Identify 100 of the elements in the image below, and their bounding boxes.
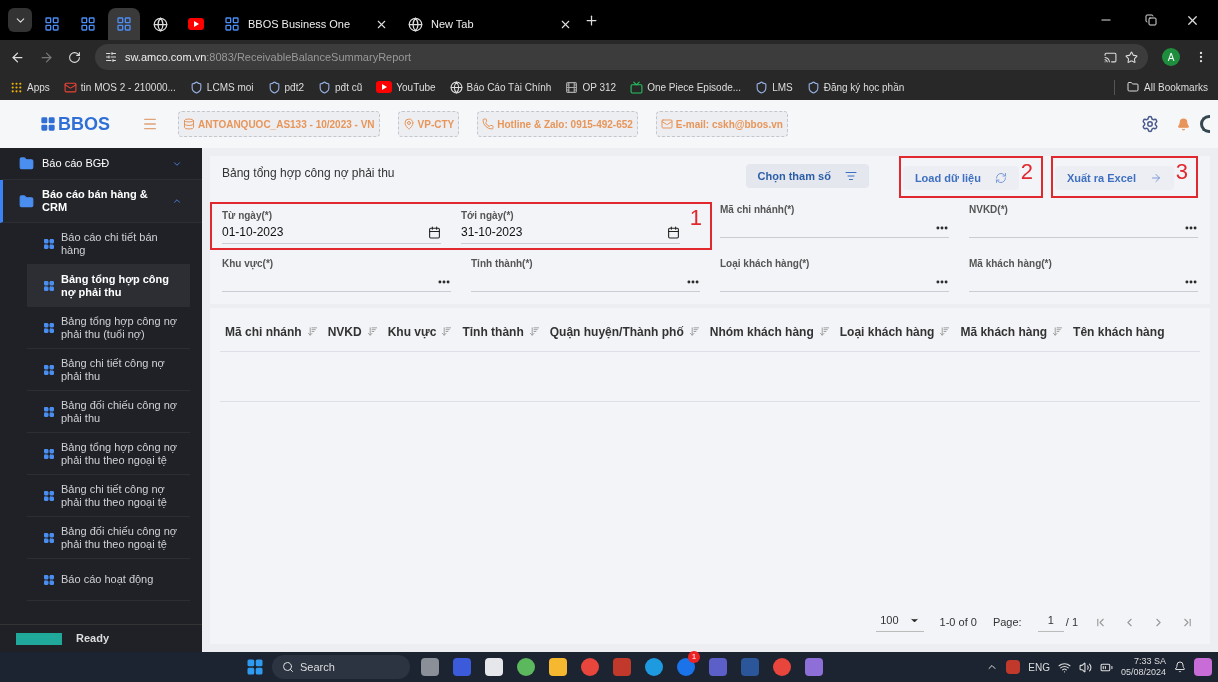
column-header[interactable]: Mã khách hàng (955, 322, 1069, 341)
toolbar-button[interactable]: Chọn tham số (745, 164, 869, 188)
sidebar-item[interactable]: Bảng chi tiết công nợ phải thu (27, 349, 190, 391)
grid-icon (80, 16, 96, 32)
date-field[interactable]: Từ ngày(*) 01-10-2023 (222, 208, 441, 244)
picker-field[interactable]: Khu vực(*) (222, 256, 451, 292)
column-header[interactable]: Tên khách hàng (1068, 322, 1170, 341)
volume-icon[interactable] (1078, 660, 1092, 674)
column-header[interactable]: Khu vực (382, 322, 458, 341)
picker-field[interactable]: Loại khách hàng(*) (720, 256, 949, 292)
column-header[interactable]: Tỉnh thành (457, 322, 545, 341)
browser-tab[interactable] (108, 8, 140, 40)
bookmark[interactable]: pđt cũ (318, 79, 363, 95)
site-info-icon[interactable] (105, 51, 117, 63)
reload-icon[interactable] (68, 50, 81, 64)
page-size-select[interactable]: 100 (876, 612, 924, 632)
info-chip: ANTOANQUOC_AS133 - 10/2023 - VN (178, 111, 380, 137)
refresh-icon (994, 172, 1007, 184)
notifications-icon[interactable] (1174, 661, 1186, 673)
sidebar-item[interactable]: Báo cáo hoạt động (27, 559, 190, 601)
grid-icon (43, 279, 55, 292)
bookmark[interactable]: pđt2 (267, 79, 304, 95)
picker-field[interactable]: Tỉnh thành(*) (471, 256, 700, 292)
forward-icon[interactable] (39, 49, 54, 65)
page-range: 1-0 of 0 (939, 614, 977, 630)
bookmark[interactable]: Báo Cáo Tài Chính (449, 79, 552, 95)
search-field[interactable]: Search (272, 655, 410, 679)
column-header[interactable]: Nhóm khách hàng (704, 322, 835, 341)
column-header[interactable]: Quận huyện/Thành phố (544, 322, 705, 341)
grid-icon (43, 489, 55, 502)
apps-icon (10, 80, 23, 94)
calendar-icon[interactable] (428, 225, 441, 239)
sidebar-item[interactable]: Bảng tổng hợp công nợ phải thu (27, 265, 190, 307)
sidebar-item[interactable]: Bảng tổng hợp công nợ phải thu (tuổi nợ) (27, 307, 190, 349)
bookmark[interactable]: LCMS moi (189, 79, 254, 95)
date-field[interactable]: Tới ngày(*) 31-10-2023 (461, 208, 680, 244)
shield-icon (318, 80, 331, 94)
all-bookmarks-button[interactable]: All Bookmarks (1114, 79, 1208, 95)
bookmark[interactable]: OP 312 (565, 79, 617, 95)
shield-icon (267, 80, 281, 94)
wifi-icon[interactable] (1057, 660, 1071, 674)
new-tab-icon[interactable] (584, 12, 599, 28)
globe-icon (449, 80, 463, 94)
windows-icon[interactable] (246, 658, 264, 676)
info-chip: E-mail: cskh@bbos.vn (655, 111, 788, 137)
sidebar-item[interactable]: Bảng đối chiếu công nợ phải thu (27, 391, 190, 433)
bookmark[interactable]: YouTube (376, 79, 436, 95)
star-icon[interactable] (1125, 50, 1138, 64)
mail-icon (660, 118, 673, 130)
grid-icon (43, 447, 55, 460)
sidebar-group[interactable]: Báo cáo bán hàng & CRM (0, 180, 202, 223)
toolbar-button[interactable]: Xuất ra Excel (1054, 166, 1174, 190)
grid-icon (43, 237, 55, 250)
sidebar-item[interactable]: Bảng tổng hợp công nợ phải thu theo ngoại tệ (27, 433, 190, 475)
report-title: Bảng tổng hợp công nợ phải thu (222, 165, 395, 182)
mail-icon (63, 80, 77, 94)
column-header[interactable]: Mã chi nhánh (220, 322, 323, 341)
cast-icon[interactable] (1104, 50, 1117, 64)
restore-icon[interactable] (1145, 14, 1157, 26)
browser-tab[interactable]: BBOS Business One (216, 8, 396, 40)
film-icon (565, 80, 579, 94)
profile-avatar[interactable]: A (1162, 48, 1180, 66)
database-icon (183, 118, 195, 130)
app-icon[interactable] (517, 658, 535, 676)
annotation-number: 3 (1175, 161, 1188, 183)
bookmark[interactable]: Apps (10, 79, 50, 95)
sidebar-item[interactable]: Bảng đối chiếu công nợ phải thu theo ngoại tệ (27, 517, 190, 559)
picker-field[interactable]: Mã chi nhánh(*) (720, 202, 949, 238)
grid-icon (44, 16, 60, 32)
app-icon[interactable] (805, 658, 823, 676)
grid-icon (224, 16, 240, 32)
toolbar-button[interactable]: Load dữ liệu (902, 166, 1019, 190)
grid-icon (43, 321, 55, 334)
shield-icon (755, 80, 769, 94)
column-header[interactable]: Loại khách hàng (834, 322, 956, 341)
bookmark[interactable]: One Piece Episode... (630, 79, 742, 95)
address-field[interactable]: sw.amco.com.vn:8083/ReceivableBalanceSummaryReport (95, 44, 1148, 70)
arrow-icon (1150, 172, 1162, 184)
clock[interactable]: 7:33 SA 05/08/2024 (1120, 656, 1166, 678)
calendar-icon[interactable] (667, 225, 680, 239)
bookmark[interactable]: tin MOS 2 - 210000... (63, 79, 176, 95)
chevron-icon (172, 196, 182, 206)
language-indicator[interactable]: ENG (1028, 659, 1050, 675)
globe-icon (152, 16, 168, 32)
tab-search-button[interactable] (8, 8, 32, 32)
picker-field[interactable]: Mã khách hàng(*) (969, 256, 1198, 292)
page-field[interactable]: 1 (1037, 612, 1064, 632)
notification-badge: 1 (688, 651, 700, 663)
settings-icon[interactable] (1141, 115, 1159, 133)
pin-icon (402, 118, 415, 130)
phone-icon (482, 118, 495, 130)
picker-field[interactable]: NVKD(*) (969, 202, 1198, 238)
back-icon[interactable] (10, 49, 25, 65)
sidebar-item[interactable]: Bảng chi tiết công nợ phải thu theo ngoại tệ (27, 475, 190, 517)
bookmark[interactable]: Đăng ký học phần (806, 79, 905, 95)
browser-tab[interactable]: New Tab (400, 8, 580, 40)
app-icon[interactable] (1006, 660, 1021, 674)
bookmark[interactable]: LMS (755, 79, 793, 95)
column-header[interactable]: NVKD (322, 322, 383, 341)
logo-icon (40, 116, 56, 132)
